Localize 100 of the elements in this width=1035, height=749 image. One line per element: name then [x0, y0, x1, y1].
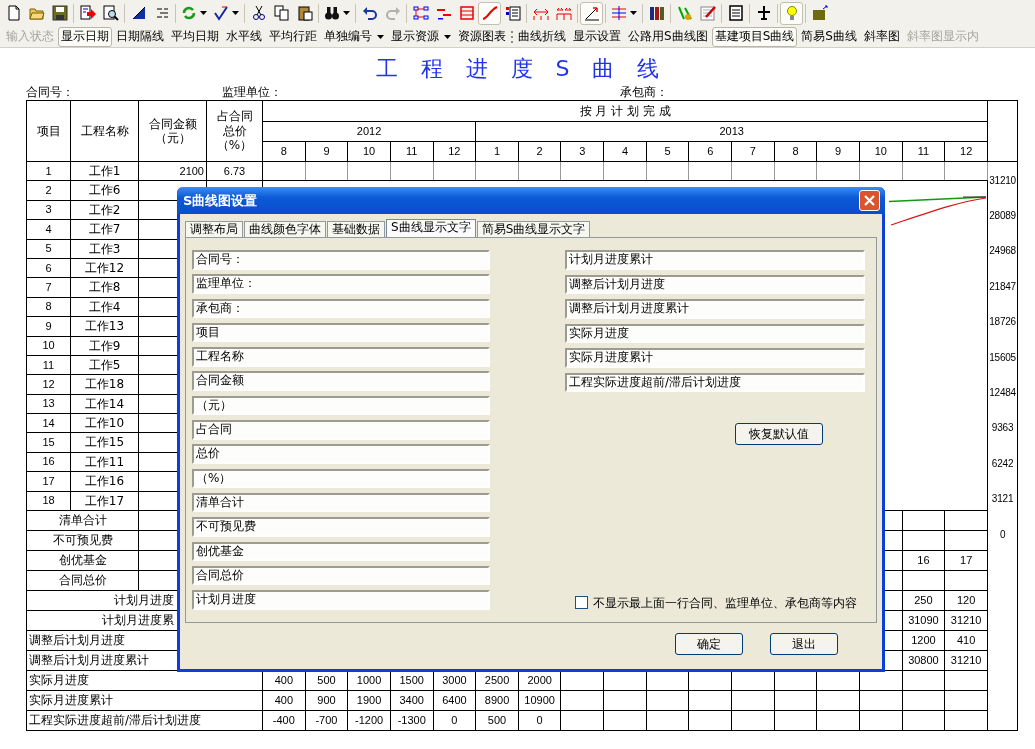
table-cell: 3400	[390, 690, 434, 711]
tab[interactable]: 调整布局	[185, 221, 243, 237]
table-cell: 0	[518, 710, 561, 731]
column-header: 3	[561, 141, 604, 162]
table-cell: 31090	[902, 610, 945, 631]
text-field[interactable]: 承包商：	[192, 298, 490, 319]
pen-note-icon	[699, 5, 716, 21]
toolbar-button[interactable]: 显示日期	[58, 26, 112, 47]
text-field[interactable]: 工程实际进度超前/滞后计划进度	[565, 372, 865, 392]
text-field[interactable]: 实际月进度累计	[565, 348, 865, 368]
caret-icon[interactable]	[232, 11, 239, 15]
copy-icon	[273, 5, 290, 21]
axis-label: 0	[998, 527, 1007, 542]
text-field[interactable]: 项目	[192, 322, 490, 343]
table-cell: 8900	[475, 690, 519, 711]
checkmark-icon	[213, 5, 229, 21]
table-cell: 7	[26, 277, 71, 298]
toolbar-button[interactable]: 公路用S曲线图	[625, 26, 711, 47]
table-cell: 不可预见费	[26, 530, 139, 551]
text-field[interactable]: 合同总价	[192, 565, 490, 586]
table-cell: 6	[26, 258, 71, 278]
table-cell: 合同总价	[26, 570, 139, 591]
tab[interactable]: S曲线显示文字	[386, 219, 476, 237]
axis-label: 31210	[988, 173, 1017, 188]
caret-icon[interactable]	[444, 34, 451, 39]
text-field[interactable]: 清单合计	[192, 492, 490, 513]
toolbar-button[interactable]: 资源图表	[455, 26, 509, 47]
table-cell: 0	[433, 710, 476, 731]
table-cell: 9	[26, 316, 71, 336]
restore-defaults-button[interactable]: 恢复默认值	[735, 423, 823, 445]
table-cell: 6400	[433, 690, 476, 711]
dialog-button[interactable]: 确定	[675, 633, 743, 655]
toolbar-button[interactable]: 平均日期	[168, 26, 222, 47]
caret-icon[interactable]	[200, 11, 207, 15]
airplane-icon	[755, 5, 772, 21]
table-cell: 工作5	[70, 355, 139, 375]
text-field[interactable]: （元）	[192, 395, 490, 416]
column-header: 按 月 计 划 完 成	[262, 100, 988, 122]
caret-icon[interactable]	[343, 11, 350, 15]
toolbar-button[interactable]: 显示设置	[570, 26, 624, 47]
toolbar-button[interactable]: 曲线折线	[515, 26, 569, 47]
table-cell: 工作18	[70, 374, 139, 395]
table-cell: 10	[26, 336, 71, 356]
text-field[interactable]: （%）	[192, 468, 490, 489]
text-field[interactable]: 调整后计划月进度累计	[565, 299, 865, 319]
header-label: 监理单位：	[222, 85, 283, 100]
text-field[interactable]: 占合同	[192, 420, 490, 440]
table-cell: 工作14	[70, 394, 139, 414]
toolbar-button[interactable]: 单独编号	[321, 26, 387, 47]
grip-icon[interactable]	[510, 29, 514, 44]
table-cell: 工作12	[70, 258, 139, 278]
table-cell: 5	[26, 239, 71, 259]
dialog-button[interactable]: 退出	[770, 633, 838, 655]
magnifier-document-icon	[102, 5, 119, 21]
table-cell: 工作15	[70, 432, 139, 453]
text-field[interactable]: 计划月进度累计	[565, 250, 865, 270]
column-header: 4	[603, 141, 647, 162]
text-field[interactable]: 总价	[192, 444, 490, 464]
table-cell: 12	[26, 374, 71, 395]
text-field[interactable]: 合同金额	[192, 371, 490, 391]
checkbox-label: 不显示最上面一行合同、监理单位、承包商等内容	[593, 595, 857, 610]
tab[interactable]: 曲线颜色字体	[244, 221, 326, 237]
toolbar-button[interactable]: 水平线	[223, 26, 265, 47]
text-field[interactable]: 工程名称	[192, 347, 490, 367]
toolbar-button[interactable]: 简易S曲线	[798, 26, 860, 47]
cut-icon	[250, 5, 267, 21]
text-field[interactable]: 创优基金	[192, 541, 490, 562]
notebook-icon	[727, 5, 744, 21]
text-field[interactable]: 监理单位：	[192, 274, 490, 294]
text-field[interactable]: 计划月进度	[192, 590, 490, 610]
text-field[interactable]: 不可预见费	[192, 517, 490, 537]
table-cell: 创优基金	[26, 550, 139, 571]
table-cell: 13	[26, 394, 71, 414]
text-field[interactable]: 实际月进度	[565, 323, 865, 343]
toolbar-button[interactable]: 显示资源	[388, 26, 454, 47]
table-cell: 500	[475, 710, 519, 731]
levels-icon	[611, 5, 627, 21]
document-arrow-icon	[79, 5, 96, 21]
column-header: 11	[902, 141, 945, 162]
text-field[interactable]: 调整后计划月进度	[565, 274, 865, 294]
caret-icon[interactable]	[630, 11, 637, 15]
toolbar-button[interactable]: 日期隔线	[113, 26, 167, 47]
table-cell: 工作13	[70, 316, 139, 336]
caret-icon[interactable]	[377, 34, 384, 39]
toolbar-button[interactable]: 平均行距	[266, 26, 320, 47]
axis-label: 28089	[988, 209, 1017, 224]
folder-arrow-icon	[811, 5, 828, 21]
column-header: 合同金额 （元）	[138, 100, 207, 162]
tab[interactable]: 简易S曲线显示文字	[476, 221, 591, 237]
tab[interactable]: 基础数据	[327, 221, 385, 237]
close-button[interactable]	[859, 190, 880, 211]
table-cell: 工作2	[70, 200, 139, 220]
toolbar-button[interactable]: 基建项目S曲线	[711, 26, 798, 47]
checkbox[interactable]	[575, 596, 588, 610]
toolbar-button[interactable]: 斜率图	[860, 26, 903, 47]
undo-icon	[361, 5, 378, 21]
column-header: 2	[518, 141, 561, 162]
slope-icon	[583, 5, 600, 21]
text-field[interactable]: 合同号：	[192, 250, 490, 270]
column-header: 9	[816, 141, 860, 162]
